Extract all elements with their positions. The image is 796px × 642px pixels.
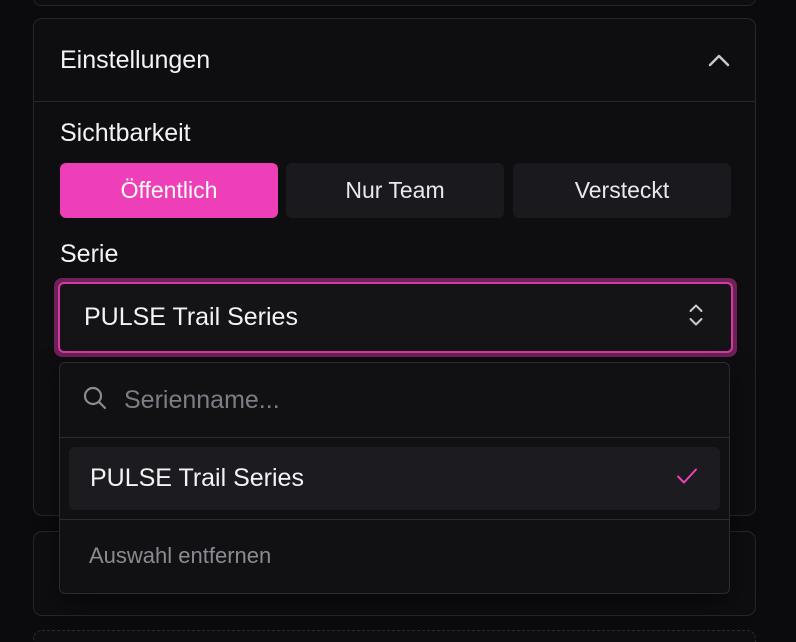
check-icon xyxy=(676,467,698,490)
series-option[interactable]: PULSE Trail Series xyxy=(69,447,720,510)
settings-title: Einstellungen xyxy=(60,45,211,74)
series-label: Serie xyxy=(60,240,119,268)
dropdown-divider xyxy=(60,519,729,520)
chevron-up-icon[interactable] xyxy=(708,49,730,71)
series-select-field[interactable]: PULSE Trail Series xyxy=(58,282,733,353)
visibility-option-hidden[interactable]: Versteckt xyxy=(513,163,731,218)
clear-selection-option[interactable]: Auswahl entfernen xyxy=(89,543,271,569)
settings-header[interactable]: Einstellungen xyxy=(34,19,755,102)
search-icon xyxy=(82,385,108,416)
visibility-label: Sichtbarkeit xyxy=(60,119,191,147)
previous-card xyxy=(33,0,756,6)
series-dropdown: PULSE Trail Series Auswahl entfernen xyxy=(59,362,730,594)
series-option-label: PULSE Trail Series xyxy=(90,464,304,492)
next-card-2 xyxy=(33,630,756,642)
visibility-option-team[interactable]: Nur Team xyxy=(286,163,504,218)
search-row xyxy=(60,363,729,438)
visibility-option-public[interactable]: Öffentlich xyxy=(60,163,278,218)
series-select[interactable]: PULSE Trail Series xyxy=(54,278,737,357)
series-search-input[interactable] xyxy=(124,385,684,415)
chevron-up-down-icon xyxy=(688,302,704,333)
series-select-value: PULSE Trail Series xyxy=(84,303,298,331)
